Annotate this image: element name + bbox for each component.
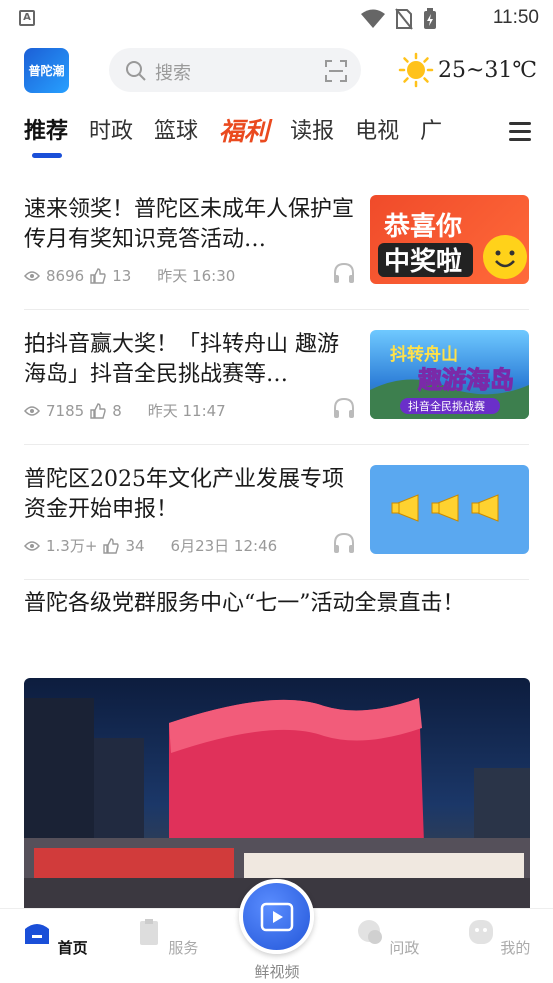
article-meta: 1.3万+ 34 6月23日 12:46 — [24, 535, 277, 556]
article-title[interactable]: 拍抖音赢大奖！「抖转舟山 趣游海岛」抖音全民挑战赛等… — [24, 330, 354, 390]
tab-broadcast[interactable]: 广 — [420, 112, 442, 152]
channel-tabs: 推荐 时政 篮球 福利 读报 电视广 — [24, 112, 504, 162]
bottom-navigation: 首页 服务 鲜视频 问政 我的 — [0, 879, 553, 983]
svg-text:中奖啦: 中奖啦 — [384, 246, 462, 277]
wifi-icon — [361, 9, 385, 28]
eye-icon — [24, 405, 40, 416]
search-icon — [126, 61, 146, 81]
publish-time: 昨天 11:47 — [147, 402, 226, 420]
article-title[interactable]: 普陀区2025年文化产业发展专项资金开始申报！ — [24, 465, 354, 525]
app-logo[interactable]: 普陀潮 — [24, 48, 69, 93]
publish-time: 6月23日 12:46 — [170, 537, 278, 555]
accessibility-icon: A — [19, 10, 35, 26]
news-feed: 速来领奖！普陀区未成年人保护宣传月有奖知识竞答活动… 8696 13 昨天 16… — [0, 175, 553, 580]
nav-home[interactable]: 首页 — [20, 917, 90, 958]
article-meta: 8696 13 昨天 16:30 — [24, 265, 235, 286]
chat-icon — [357, 920, 382, 944]
nav-ask[interactable]: 问政 — [352, 917, 422, 958]
headphones-icon[interactable] — [332, 261, 356, 285]
article-image[interactable] — [24, 678, 530, 908]
battery-charging-icon — [424, 8, 436, 29]
list-item[interactable]: 普陀区2025年文化产业发展专项资金开始申报！ 1.3万+ 34 6月23日 1… — [24, 445, 529, 580]
tab-basketball[interactable]: 篮球 — [154, 112, 198, 152]
article-thumbnail[interactable]: 抖转舟山 趣游海岛 抖音全民挑战赛 — [370, 330, 529, 419]
article-thumbnail[interactable]: 恭喜你 中奖啦 — [370, 195, 529, 284]
view-count: 1.3万+ — [46, 537, 98, 555]
clock: 11:50 — [492, 7, 539, 28]
list-item[interactable]: 拍抖音赢大奖！「抖转舟山 趣游海岛」抖音全民挑战赛等… 7185 8 昨天 11… — [24, 310, 529, 445]
menu-icon[interactable] — [509, 122, 531, 142]
article-meta: 7185 8 昨天 11:47 — [24, 400, 226, 421]
thumb-up-icon — [90, 402, 106, 419]
like-count: 8 — [112, 401, 122, 420]
nav-label: 服务 — [168, 939, 199, 957]
tab-welfare[interactable]: 福利 — [219, 112, 269, 152]
no-sim-icon — [395, 8, 413, 30]
eye-icon — [24, 270, 40, 281]
view-count: 8696 — [46, 266, 85, 285]
scan-icon[interactable] — [325, 60, 347, 82]
thumb-up-icon — [103, 537, 120, 554]
sun-icon — [398, 52, 434, 88]
like-count: 34 — [125, 536, 145, 555]
like-count: 13 — [112, 266, 132, 285]
video-button[interactable] — [239, 879, 314, 954]
temperature: 25~31℃ — [438, 57, 538, 83]
svg-text:抖转舟山: 抖转舟山 — [390, 344, 458, 365]
nav-video-label[interactable]: 鲜视频 — [240, 961, 314, 982]
search-bar[interactable]: 搜索 — [109, 48, 361, 92]
nav-service[interactable]: 服务 — [131, 917, 201, 958]
tab-politics[interactable]: 时政 — [89, 112, 133, 152]
profile-icon — [468, 920, 493, 944]
header: 普陀潮 搜索 25~31℃ — [0, 46, 553, 96]
home-icon — [25, 924, 50, 944]
thumb-up-icon — [90, 267, 106, 284]
list-item[interactable]: 速来领奖！普陀区未成年人保护宣传月有奖知识竞答活动… 8696 13 昨天 16… — [24, 175, 529, 310]
svg-text:恭喜你: 恭喜你 — [383, 212, 462, 242]
play-icon — [260, 902, 293, 931]
service-icon — [139, 919, 158, 945]
nav-label: 我的 — [500, 939, 531, 957]
eye-icon — [24, 540, 40, 551]
svg-text:趣游海岛: 趣游海岛 — [417, 366, 514, 394]
featured-article[interactable]: 普陀各级党群服务中心“七一”活动全景直击！ — [24, 588, 530, 908]
status-bar: A 11:50 — [0, 0, 553, 38]
view-count: 7185 — [46, 401, 85, 420]
search-placeholder: 搜索 — [155, 63, 191, 84]
headphones-icon[interactable] — [332, 531, 356, 555]
article-title[interactable]: 速来领奖！普陀区未成年人保护宣传月有奖知识竞答活动… — [24, 195, 354, 255]
article-title[interactable]: 普陀各级党群服务中心“七一”活动全景直击！ — [24, 588, 514, 620]
headphones-icon[interactable] — [332, 396, 356, 420]
tab-tv[interactable]: 电视 — [355, 112, 399, 152]
tab-newspaper[interactable]: 读报 — [290, 112, 334, 152]
article-thumbnail[interactable] — [370, 465, 529, 554]
nav-label: 首页 — [57, 939, 88, 957]
nav-label: 问政 — [389, 939, 420, 957]
publish-time: 昨天 16:30 — [157, 267, 236, 285]
svg-text:抖音全民挑战赛: 抖音全民挑战赛 — [408, 399, 485, 413]
nav-mine[interactable]: 我的 — [463, 917, 533, 958]
tab-recommend[interactable]: 推荐 — [24, 112, 68, 158]
weather-widget[interactable]: 25~31℃ — [398, 52, 537, 88]
